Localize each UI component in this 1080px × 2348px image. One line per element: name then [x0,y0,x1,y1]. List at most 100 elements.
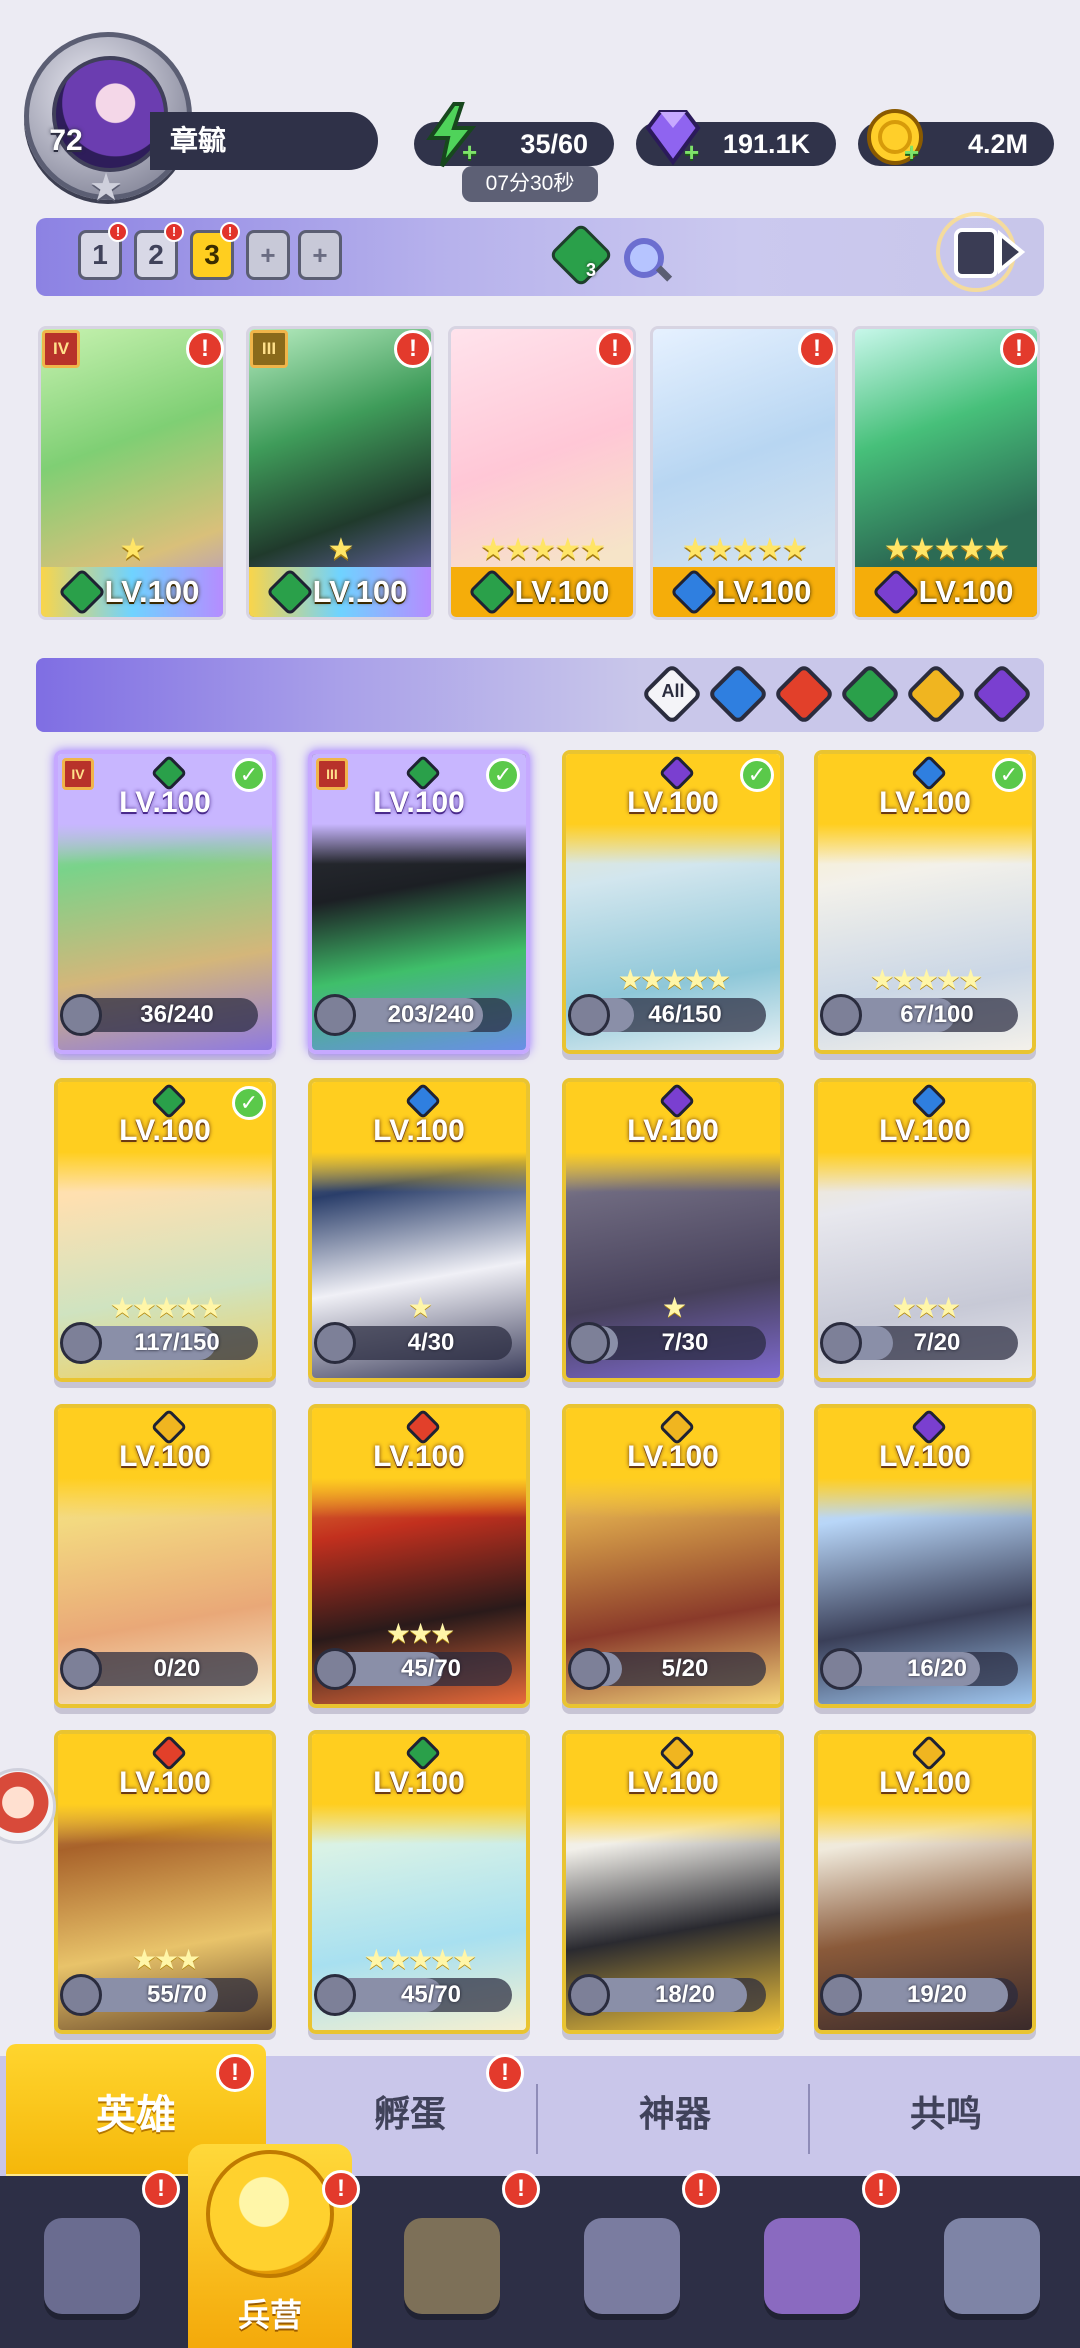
in-lineup-check-icon: ✓ [486,758,520,792]
fragment-count: 46/150 [648,1001,722,1028]
hero-stars: ★ [119,533,147,566]
hero-level: LV.100 [879,786,971,819]
fragment-count: 16/20 [906,1655,968,1682]
upgrade-alert-icon: ! [186,330,224,368]
hero-rank-badge: IV [62,758,94,790]
hero-fragment-icon [60,1322,102,1364]
upgrade-alert-icon: ! [1000,330,1038,368]
hero-fragment-icon [820,1648,862,1690]
nav-barracks-label: 兵营 [237,2296,302,2334]
fragment-count: 117/150 [134,1329,220,1356]
energy-value: 35/60 [520,129,588,159]
fragment-count: 45/70 [400,1981,462,2008]
hero-card[interactable]: LV.100 ★★★★★ 45/70 [308,1730,530,2034]
hero-level: LV.100 [373,1114,465,1147]
fragment-count: 4/30 [407,1329,455,1356]
in-lineup-check-icon: ✓ [992,758,1026,792]
hero-stars: ★ [407,1292,433,1323]
team-add-slot-1[interactable]: + [246,230,290,280]
energy-timer: 07分30秒 [462,166,598,202]
hero-level: LV.100 [373,1766,465,1799]
upgrade-alert-icon: ! [394,330,432,368]
hero-fragment-icon [820,1322,862,1364]
nav-alert-icon: ! [502,2170,540,2208]
nav-alert-icon: ! [682,2170,720,2208]
gold-add-icon[interactable]: + [904,139,928,165]
hero-card[interactable]: LV.100 ✓ ★★★★★ 46/150 [562,750,784,1054]
lineup-hero-card[interactable]: ★★★★★ LV.100 [448,326,636,620]
tab-artifacts[interactable]: 神器 [540,2090,810,2140]
hero-card[interactable]: LV.100 ★★★ 45/70 [308,1404,530,1708]
upgrade-alert-icon: ! [798,330,836,368]
player-level: 72 [49,124,83,157]
lineup-hero-card[interactable]: ★★★★★ LV.100 [650,326,838,620]
hero-rank-badge: III [250,330,288,368]
tab-heroes-alert-icon: ! [216,2054,254,2092]
hero-stars: ★ [661,1292,687,1323]
nav-guild-banner[interactable] [900,2176,1080,2348]
hero-level: LV.100 [627,786,719,819]
hero-fragment-icon [314,1648,356,1690]
hero-card[interactable]: LV.100 ★ 7/30 [562,1078,784,1382]
floating-chat-avatar[interactable] [0,1768,56,1844]
subtab-divider [808,2084,810,2154]
hero-level: LV.100 [373,1440,465,1473]
hero-card[interactable]: LV.100 III ✓ 203/240 [308,750,530,1054]
lineup-hero-card[interactable]: ★★★★★ LV.100 [852,326,1040,620]
in-lineup-check-icon: ✓ [232,1086,266,1120]
hero-card[interactable]: LV.100 5/20 [562,1404,784,1708]
hero-stars: ★★★★★ [869,964,984,995]
team-add-slot-2[interactable]: + [298,230,342,280]
hero-level: LV.100 [373,786,465,819]
hero-stars: ★★★★★ [617,964,732,995]
hero-stars: ★★★★★ [479,533,606,566]
fragment-count: 7/20 [913,1329,961,1356]
fragment-count: 67/100 [900,1001,974,1028]
hero-card[interactable]: LV.100 0/20 [54,1404,276,1708]
swap-lineup-icon[interactable] [926,208,1036,296]
fragment-count: 18/20 [654,1981,716,2008]
fragment-count: 55/70 [146,1981,208,2008]
hero-stars: ★★★ [385,1618,455,1649]
subtab-divider [536,2084,538,2154]
nav-alert-icon: ! [862,2170,900,2208]
hero-level: LV.100 [627,1440,719,1473]
tab-hatch[interactable]: 孵蛋 [280,2090,540,2140]
hero-fragment-icon [568,1322,610,1364]
hero-fragment-icon [568,994,610,1036]
hero-card[interactable]: LV.100 ★ 4/30 [308,1078,530,1382]
hero-rank-badge: IV [42,330,80,368]
tab-heroes[interactable]: 英雄 [6,2090,266,2140]
hero-stars: ★★★ [891,1292,961,1323]
gold-value: 4.2M [967,129,1028,159]
hero-fragment-icon [820,994,862,1036]
player-name[interactable]: 章毓 [150,112,378,170]
hero-rank-badge: III [316,758,348,790]
fragment-count: 0/20 [153,1655,201,1682]
hero-card[interactable]: LV.100 ★★★ 7/20 [814,1078,1036,1382]
hero-card[interactable]: LV.100 ✓ ★★★★★ 117/150 [54,1078,276,1382]
team-slot-1-alert-icon: ! [108,222,128,242]
energy-add-icon[interactable]: + [462,139,486,165]
hero-card[interactable]: LV.100 ★★★ 55/70 [54,1730,276,2034]
upgrade-alert-icon: ! [596,330,634,368]
hero-fragment-icon [314,994,356,1036]
barracks-icon[interactable] [206,2150,334,2278]
gem-add-icon[interactable]: + [684,139,708,165]
hero-fragment-icon [60,1648,102,1690]
hero-stars: ★★★★★ [363,1944,478,1975]
lineup-hero-card[interactable]: ★ LV.100 [38,326,226,620]
hero-card[interactable]: LV.100 16/20 [814,1404,1036,1708]
hero-card[interactable]: LV.100 18/20 [562,1730,784,2034]
hero-card[interactable]: LV.100 ✓ ★★★★★ 67/100 [814,750,1036,1054]
hero-fragment-icon [60,1974,102,2016]
lineup-hero-card[interactable]: ★ LV.100 [246,326,434,620]
team-gem-count: 3 [586,260,597,280]
hero-card[interactable]: LV.100 19/20 [814,1730,1036,2034]
hero-level: LV.100 [119,786,211,819]
hero-card[interactable]: LV.100 IV ✓ 36/240 [54,750,276,1054]
hero-fragment-icon [314,1974,356,2016]
hero-level: LV.100 [119,1766,211,1799]
fragment-count: 5/20 [661,1655,709,1682]
tab-resonance[interactable]: 共鸣 [812,2090,1080,2140]
